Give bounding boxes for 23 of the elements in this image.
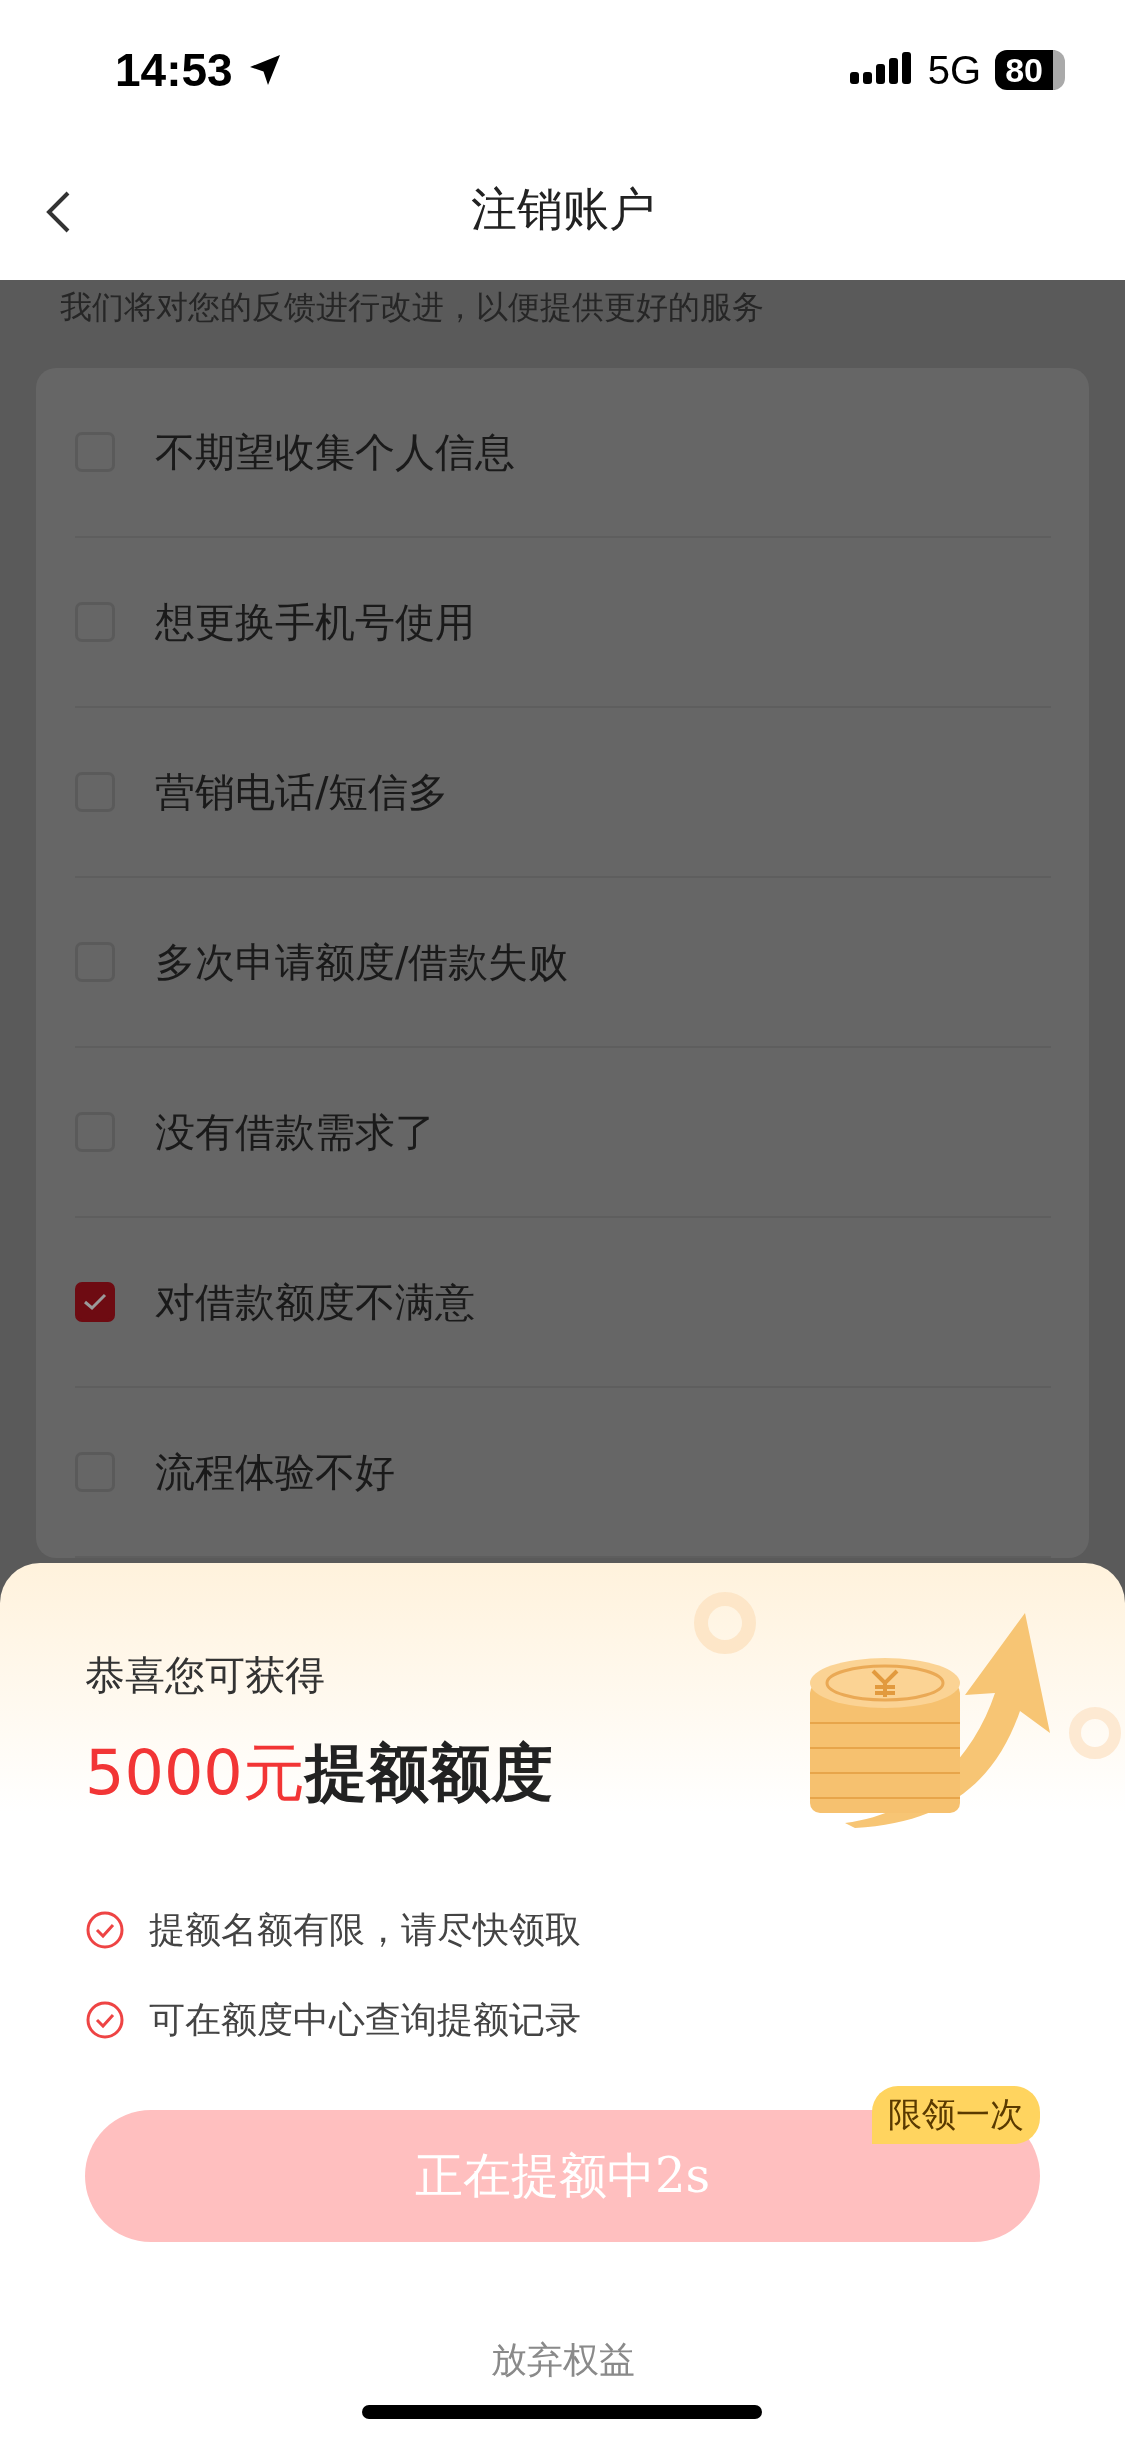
amount-text: 5000元	[85, 1735, 305, 1811]
reason-label[interactable]: 多次申请额度/借款失败	[155, 934, 569, 990]
reason-label[interactable]: 流程体验不好	[155, 1444, 395, 1500]
page-title: 注销账户	[470, 181, 655, 238]
check-icon	[83, 1293, 107, 1311]
give-up-link[interactable]: 放弃权益	[0, 2294, 1125, 2426]
check-circle-icon	[85, 2000, 125, 2040]
reason-label[interactable]: 对借款额度不满意	[155, 1274, 475, 1330]
greeting-text: 恭喜您可获得	[85, 1651, 326, 1700]
benefit-text: 提额名额有限，请尽快领取	[149, 1907, 581, 1952]
reason-label[interactable]: 想更换手机号使用	[155, 594, 475, 650]
network-label: 5G	[927, 47, 982, 93]
reason-label[interactable]: 没有借款需求了	[155, 1104, 435, 1160]
limit-badge: 限领一次	[872, 2086, 1040, 2144]
back-icon[interactable]	[44, 190, 72, 234]
battery-icon: 80	[995, 50, 1065, 90]
check-circle-icon	[85, 1910, 125, 1950]
reason-label[interactable]: 营销电话/短信多	[155, 764, 449, 820]
amount-label: 提额额度	[304, 1735, 553, 1811]
reason-label[interactable]: 不期望收集个人信息	[155, 424, 515, 480]
benefit-text: 可在额度中心查询提额记录	[149, 1997, 581, 2042]
status-time: 14:53	[115, 43, 233, 97]
checkbox[interactable]	[75, 1282, 115, 1322]
